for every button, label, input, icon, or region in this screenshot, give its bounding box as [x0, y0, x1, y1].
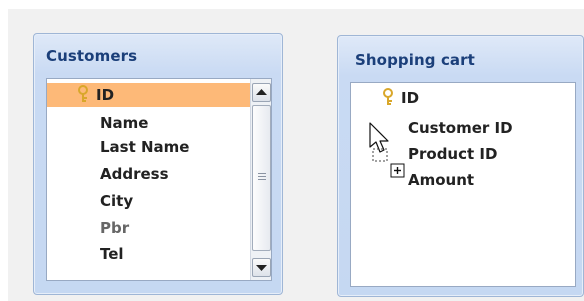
drag-copy-cursor-icon — [369, 122, 405, 178]
relationships-workspace: Customers ID Name Last Name Address City… — [8, 9, 584, 301]
